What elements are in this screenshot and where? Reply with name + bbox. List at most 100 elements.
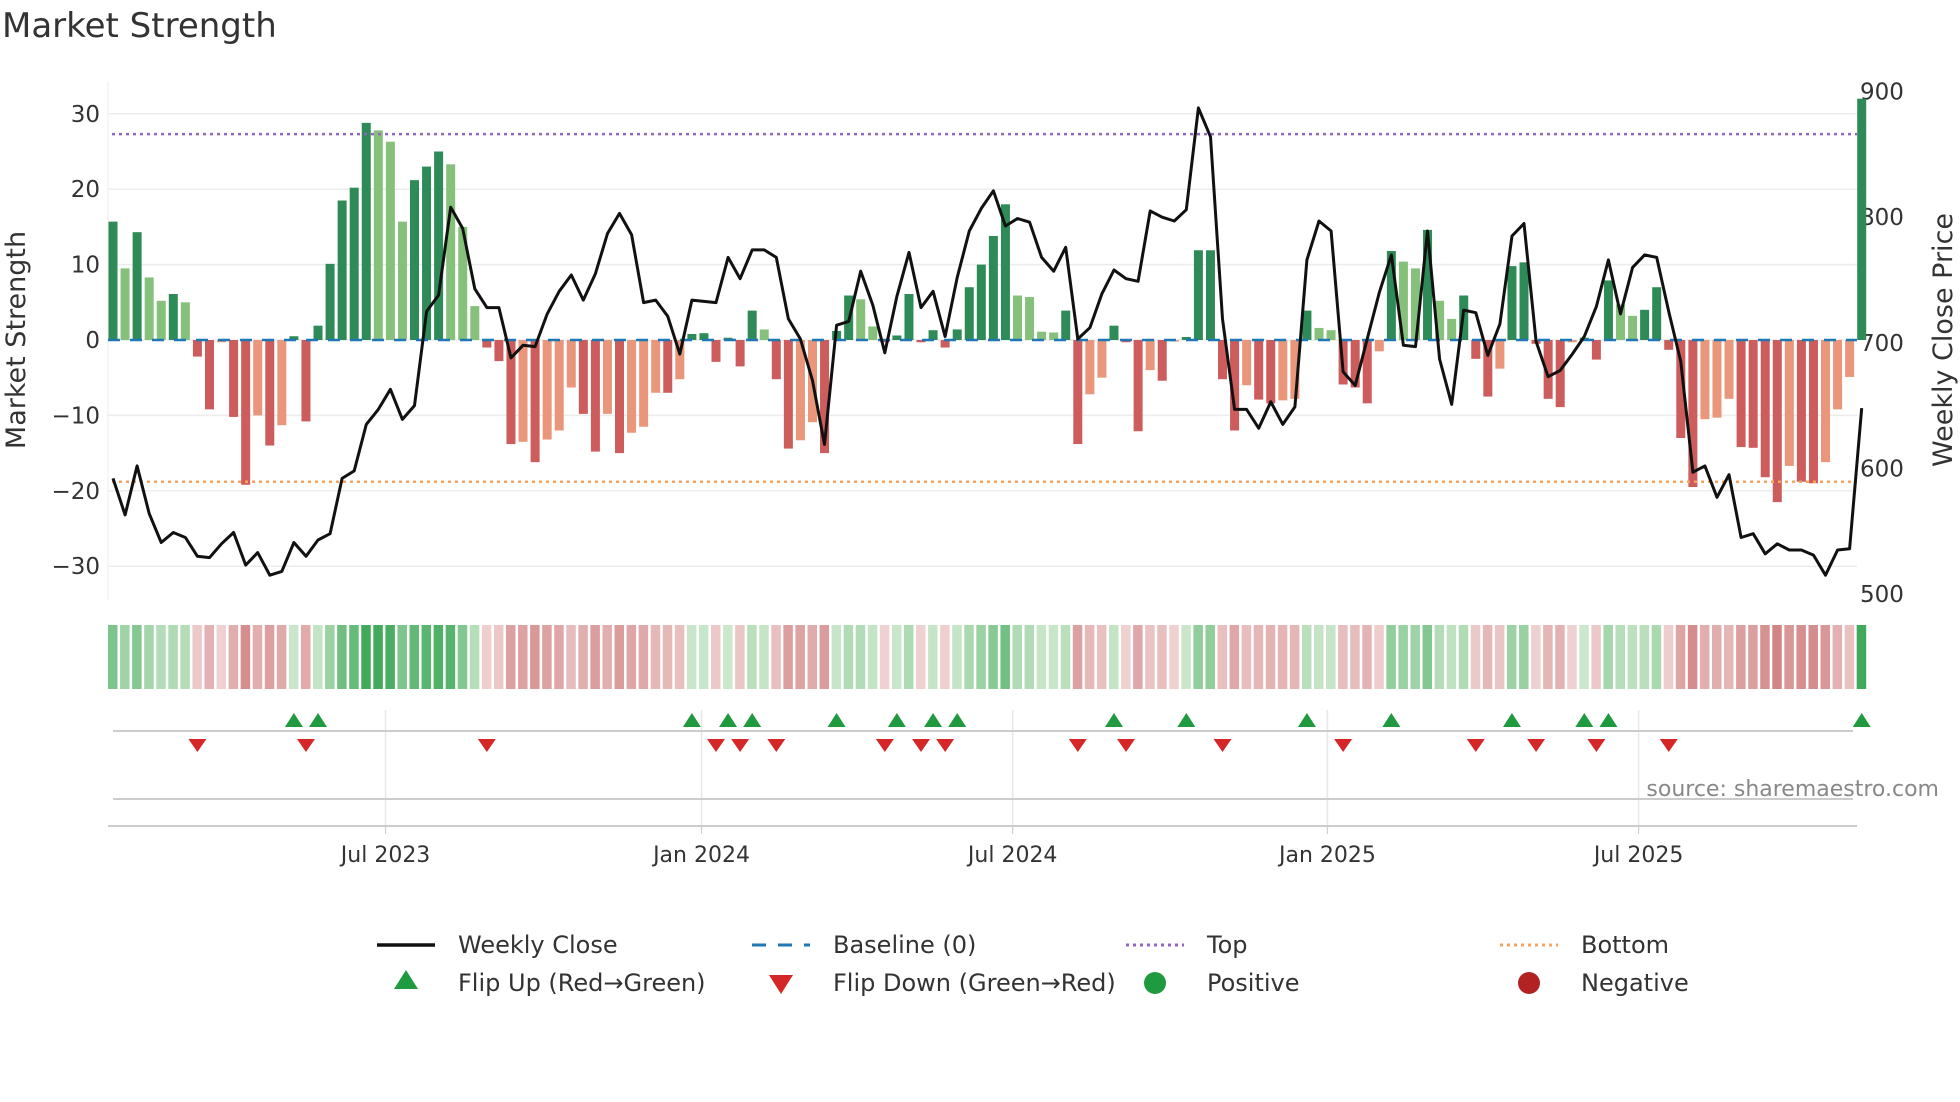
heat-strip-cell <box>1627 625 1638 689</box>
heat-strip-cell <box>216 625 227 689</box>
heat-strip-cell <box>614 625 625 689</box>
strength-bar <box>1205 250 1215 340</box>
flip-down-marker <box>1068 739 1087 752</box>
heat-strip-cell <box>1531 625 1541 689</box>
heat-strip-cell <box>1060 625 1071 689</box>
heat-strip-cell <box>192 625 202 689</box>
strength-bar <box>108 221 118 340</box>
heat-strip-cell <box>916 625 926 689</box>
heat-strip-cell <box>469 625 480 689</box>
heat-strip-cell <box>1856 625 1867 689</box>
strength-bar <box>373 130 383 340</box>
strength-bar <box>651 340 661 393</box>
heat-strip-cell <box>1012 625 1022 689</box>
heat-strip-cell <box>1446 625 1457 689</box>
legend-item-down: Flip Down (Green→Red) <box>769 969 1116 997</box>
strength-bar <box>1073 340 1083 445</box>
heat-strip-cell <box>1470 625 1481 689</box>
heat-strip-cell <box>1615 625 1625 689</box>
heat-strip-cell <box>240 625 251 689</box>
heat-strip-cell <box>1482 625 1493 689</box>
heat-strip-cell <box>1145 625 1155 689</box>
heat-strip-cell <box>662 625 673 689</box>
strength-bar <box>904 294 914 340</box>
heat-strip-cell <box>1832 625 1843 689</box>
heat-strip-cell <box>843 625 854 689</box>
strength-bar <box>1808 340 1818 484</box>
heat-strip-cell <box>361 625 371 689</box>
strength-bar <box>1628 315 1638 340</box>
y2-tick-label: 600 <box>1860 456 1904 482</box>
strength-bar <box>1278 340 1288 401</box>
heat-strip-cell <box>1784 625 1794 689</box>
strength-bar <box>976 264 986 340</box>
heat-strip-cell <box>831 625 842 689</box>
heat-strip-cell <box>180 625 190 689</box>
heat-strip-cell <box>783 625 793 689</box>
legend-triangle-down-icon <box>769 975 793 994</box>
strength-bar <box>168 294 178 340</box>
heat-strip-cell <box>1675 625 1686 689</box>
strength-bar <box>1591 340 1601 360</box>
strength-bar <box>434 151 444 340</box>
y-tick-label: −30 <box>51 554 100 580</box>
legend-item-dotpurple: Top <box>1126 931 1248 959</box>
strength-bar <box>1061 310 1071 340</box>
heat-strip-cell <box>928 625 938 689</box>
heat-strip-cell <box>1048 625 1059 689</box>
flip-down-marker <box>1334 739 1353 752</box>
heat-strip-cell <box>903 625 914 689</box>
strength-bar <box>1772 340 1782 503</box>
heat-strip-cell <box>1036 625 1047 689</box>
x-tick-label: Jan 2025 <box>1277 843 1376 868</box>
strength-bar <box>1133 340 1143 432</box>
heat-strip-cell <box>1506 625 1517 689</box>
strength-bar <box>1471 340 1481 359</box>
strength-bar <box>627 340 637 433</box>
y-tick-label: 30 <box>71 102 100 128</box>
strength-bar <box>868 326 878 340</box>
heat-strip-cell <box>1169 625 1179 689</box>
heat-strip-cell <box>542 625 552 689</box>
heat-strip-cell <box>1157 625 1167 689</box>
legend-label: Baseline (0) <box>833 931 976 959</box>
strength-bar <box>120 268 130 340</box>
heat-strip-cell <box>1555 625 1565 689</box>
heat-strip-cell <box>795 625 805 689</box>
strength-bar <box>1266 340 1276 404</box>
heat-strip-cell <box>602 625 612 689</box>
heat-strip-cell <box>674 625 685 689</box>
heat-strip-cell <box>1338 625 1348 689</box>
strength-bar <box>1700 340 1710 420</box>
legend-label: Flip Down (Green→Red) <box>833 969 1116 997</box>
flip-down-marker <box>188 739 207 752</box>
heat-strip-cell <box>1519 625 1529 689</box>
flip-up-marker <box>1177 713 1196 727</box>
heat-strip-cell <box>457 625 468 689</box>
heat-strip-cell <box>1205 625 1215 689</box>
strength-bar <box>1712 340 1722 418</box>
legend-circle-icon <box>1518 972 1540 994</box>
heat-strip-cell <box>1301 625 1312 689</box>
flip-up-marker <box>827 713 846 727</box>
strength-bar <box>1784 340 1794 466</box>
heat-strip-cell <box>264 625 275 689</box>
y2-tick-label: 800 <box>1860 205 1904 231</box>
strength-bar <box>783 340 793 449</box>
flip-down-marker <box>1213 739 1232 752</box>
strength-bar <box>253 340 263 416</box>
heat-strip-cell <box>1277 625 1288 689</box>
legend-item-pos: Positive <box>1144 969 1300 997</box>
strength-bar <box>542 340 552 440</box>
strength-bar <box>277 340 287 426</box>
strength-bar <box>1374 340 1384 352</box>
y2-tick-label: 500 <box>1860 582 1904 608</box>
heat-strip-cell <box>1748 625 1758 689</box>
y-tick-label: −20 <box>51 479 100 505</box>
heat-strip-cell <box>1121 625 1131 689</box>
strength-bar <box>602 340 612 414</box>
strength-bar <box>663 340 673 393</box>
heat-strip-cell <box>108 625 118 689</box>
heat-strip-cell <box>1651 625 1662 689</box>
heat-strip-cell <box>445 625 456 689</box>
